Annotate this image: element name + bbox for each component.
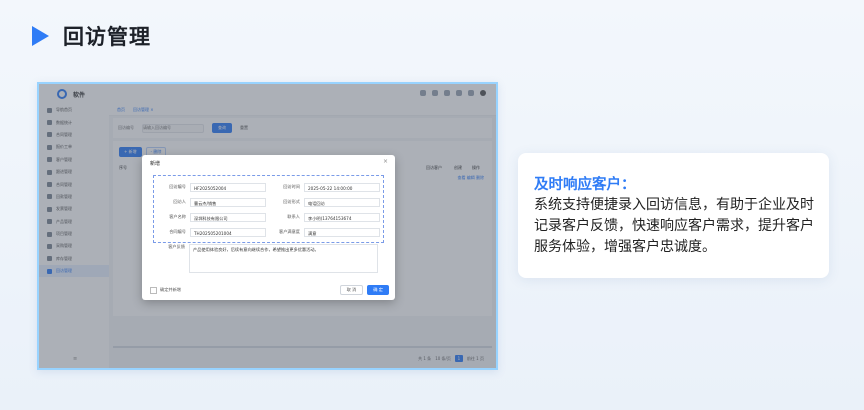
customer-select[interactable]: 深圳科技有限公司: [190, 212, 266, 222]
form-row: 合同编号 TH202505201004 客户满意度 满意: [154, 226, 383, 239]
page-header: 回访管理: [32, 22, 151, 50]
field-label: 回访形式: [283, 199, 300, 204]
feature-description: 系统支持便捷录入回访信息，有助于企业及时记录客户反馈，快速响应客户需求，提升客户…: [534, 197, 814, 255]
form-item: 回访人 曹云杰/销售: [154, 196, 266, 208]
add-dialog: 新增 × 回访编号 HF2025052004 回访时间 2025-05-22 1…: [142, 155, 395, 300]
form-row: 回访人 曹云杰/销售 回访形式 电话回访: [154, 196, 383, 209]
feature-title: 及时响应客户：: [534, 177, 636, 193]
form-item: 回访编号 HF2025052004: [154, 181, 266, 193]
continue-checkbox[interactable]: [150, 286, 157, 294]
form-item: 合同编号 TH202505201004: [154, 226, 266, 238]
form-item: 回访形式 电话回访: [268, 196, 380, 208]
dialog-buttons: 取 消 确 定: [339, 285, 389, 295]
feedback-textarea[interactable]: 产品使用体验良好，后续有意向继续合作，希望推出更多优惠活动。: [189, 244, 378, 273]
form-item: 客户满意度 满意: [268, 226, 380, 238]
form-row: 客户名称 深圳科技有限公司 联系人 李小明(13764153674: [154, 211, 383, 224]
field-label: 回访人: [173, 199, 186, 204]
field-label: 客户名称: [169, 214, 186, 219]
field-label: 联系人: [287, 214, 300, 219]
form-item: 回访时间 2025-05-22 14:00:00: [268, 181, 380, 193]
field-label: 回访编号: [169, 184, 186, 189]
field-label: 回访时间: [283, 184, 300, 189]
form-highlight: 回访编号 HF2025052004 回访时间 2025-05-22 14:00:…: [153, 175, 384, 243]
satisfaction-select[interactable]: 满意: [304, 227, 380, 237]
form-item: 联系人 李小明(13764153674: [268, 211, 380, 223]
confirm-button[interactable]: 确 定: [367, 285, 389, 295]
field-label: 客户满意度: [279, 229, 300, 234]
feedback-row: 客户反馈 产品使用体验良好，后续有意向继续合作，希望推出更多优惠活动。: [153, 244, 378, 273]
triangle-icon: [32, 26, 49, 46]
feature-card: 及时响应客户： 系统支持便捷录入回访信息，有助于企业及时记录客户反馈，快速响应客…: [518, 153, 829, 278]
field-label: 客户反馈: [168, 244, 185, 249]
dialog-footer: 确定并新增 取 消 确 定: [150, 285, 389, 295]
visit-time-field[interactable]: 2025-05-22 14:00:00: [304, 182, 380, 192]
field-label: 合同编号: [169, 229, 186, 234]
form-row: 回访编号 HF2025052004 回访时间 2025-05-22 14:00:…: [154, 181, 383, 194]
page-title: 回访管理: [63, 25, 151, 49]
app-screenshot: 软件 导航首页 数据统计 合同管理 报价工单 客户管理 跟进管理 合同管理 回款…: [37, 82, 498, 370]
visitor-select[interactable]: 曹云杰/销售: [190, 197, 266, 207]
contact-select[interactable]: 李小明(13764153674: [304, 212, 380, 222]
cancel-button[interactable]: 取 消: [339, 285, 364, 295]
continue-label: 确定并新增: [160, 287, 181, 292]
visit-method-select[interactable]: 电话回访: [304, 197, 380, 207]
contract-select[interactable]: TH202505201004: [190, 227, 266, 237]
close-icon[interactable]: ×: [383, 158, 388, 165]
form-item: 客户名称 深圳科技有限公司: [154, 211, 266, 223]
dialog-title: 新增: [150, 161, 161, 167]
visit-number-field[interactable]: HF2025052004: [190, 182, 266, 192]
